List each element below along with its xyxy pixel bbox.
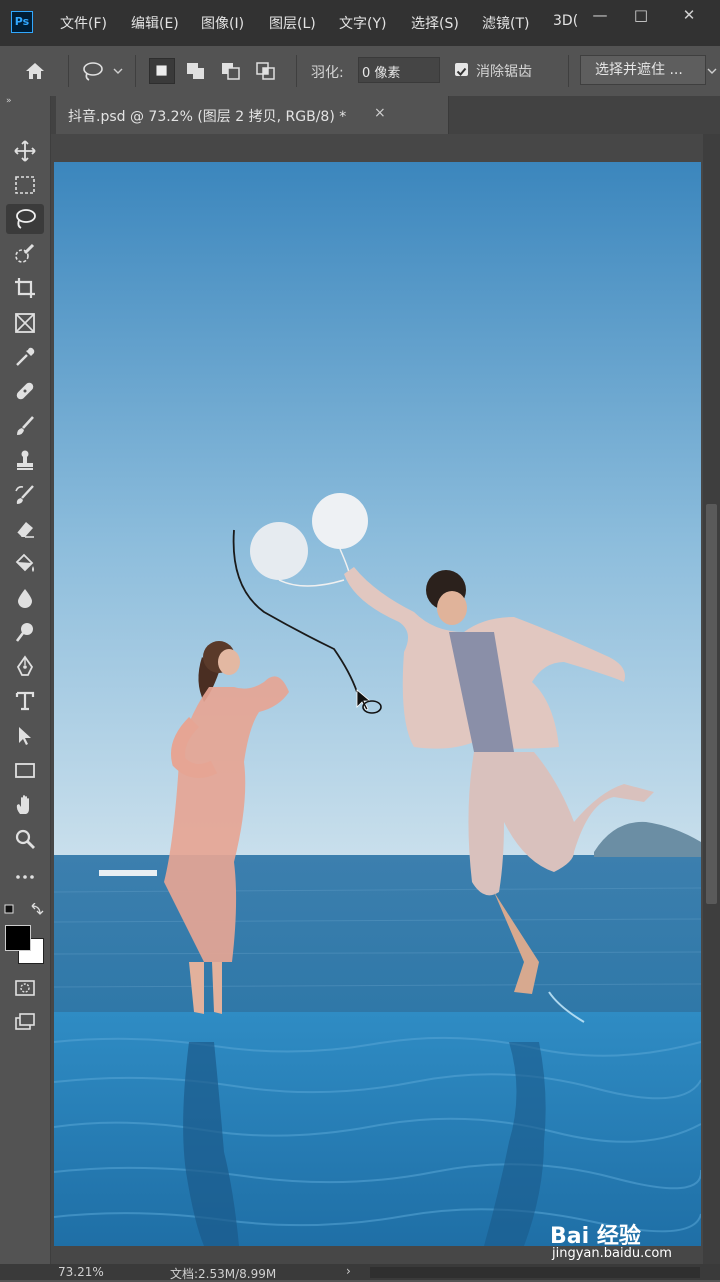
new-selection-button[interactable] [149,58,175,84]
select-and-mask-button[interactable]: 选择并遮住 ... [580,55,706,85]
swap-colors-icon[interactable] [4,902,46,916]
clone-stamp-tool-icon[interactable] [6,445,44,475]
zoom-level[interactable]: 73.21% [58,1265,104,1279]
lasso-preset-picker[interactable] [80,59,126,83]
eraser-tool-icon[interactable] [6,514,44,544]
close-window-button[interactable]: ✕ [674,6,704,24]
move-tool-icon[interactable] [6,136,44,166]
canvas-area [51,134,703,1264]
path-selection-tool-icon[interactable] [6,721,44,751]
brush-tool-icon[interactable] [6,411,44,441]
eyedropper-tool-icon[interactable] [6,342,44,372]
feather-input[interactable]: 0 像素 [358,57,440,83]
status-bar: 73.21% 文档:2.53M/8.99M › [0,1264,720,1281]
separator [568,55,569,87]
separator [296,55,297,87]
paint-bucket-tool-icon[interactable] [6,548,44,578]
antialias-label: 消除锯齿 [476,64,532,80]
quick-selection-tool-icon[interactable] [6,239,44,269]
healing-brush-tool-icon[interactable] [6,376,44,406]
foreground-color-swatch[interactable] [5,925,31,951]
feather-label: 羽化: [311,65,344,81]
pen-tool-icon[interactable] [6,652,44,682]
close-tab-icon[interactable]: × [374,105,386,121]
scrollbar-thumb[interactable] [706,504,717,904]
tools-panel: » [0,96,51,1266]
balloon [250,522,308,580]
maximize-button[interactable]: □ [626,6,656,24]
sea [54,855,701,1015]
history-brush-tool-icon[interactable] [6,480,44,510]
menu-file[interactable]: 文件(F) [60,13,107,33]
status-menu-arrow[interactable]: › [346,1264,351,1278]
dodge-tool-icon[interactable] [6,617,44,647]
document-tab-title: 抖音.psd @ 73.2% (图层 2 拷贝, RGB/8) * [68,109,347,125]
distant-boat [99,870,157,876]
menu-select[interactable]: 选择(S) [411,13,459,33]
pool-water [54,1012,701,1246]
options-bar: 羽化: 0 像素 消除锯齿 选择并遮住 ... [0,46,720,97]
blur-tool-icon[interactable] [6,583,44,613]
quick-mask-icon[interactable] [6,973,44,1003]
balloon [312,493,368,549]
separator [135,55,136,87]
subtract-from-selection-button[interactable] [218,58,244,84]
antialias-checkbox[interactable] [455,63,468,76]
separator [68,55,69,87]
zoom-tool-icon[interactable] [6,824,44,854]
menu-3d[interactable]: 3D( [553,13,578,29]
menu-type[interactable]: 文字(Y) [339,13,386,33]
type-tool-icon[interactable] [6,686,44,716]
vertical-scrollbar[interactable] [703,134,720,1264]
baidu-watermark: Bai 经验 jingyan.baidu.com [550,1218,710,1264]
document-tab[interactable]: 抖音.psd @ 73.2% (图层 2 拷贝, RGB/8) * × [56,96,449,134]
document-size: 文档:2.53M/8.99M [170,1267,277,1281]
lasso-tool-icon[interactable] [6,204,44,234]
menu-image[interactable]: 图像(I) [201,13,244,33]
crop-tool-icon[interactable] [6,273,44,303]
menu-filter[interactable]: 滤镜(T) [482,13,529,33]
menu-bar: Ps 文件(F) 编辑(E) 图像(I) 图层(L) 文字(Y) 选择(S) 滤… [0,0,720,46]
more-tools-icon[interactable] [6,862,44,892]
sky [54,162,701,857]
add-to-selection-button[interactable] [183,58,209,84]
collapse-panel-icon[interactable]: » [6,96,12,106]
screen-mode-icon[interactable] [6,1007,44,1037]
rectangle-tool-icon[interactable] [6,755,44,785]
document-tab-bar: 抖音.psd @ 73.2% (图层 2 拷贝, RGB/8) * × [51,96,720,134]
intersect-selection-button[interactable] [253,58,279,84]
horizontal-scrollbar[interactable] [370,1267,700,1278]
document-canvas[interactable] [54,162,701,1246]
menu-edit[interactable]: 编辑(E) [131,13,179,33]
menu-layer[interactable]: 图层(L) [269,13,316,33]
minimize-button[interactable]: — [585,6,615,24]
home-icon[interactable] [22,59,50,83]
hand-tool-icon[interactable] [6,790,44,820]
frame-tool-icon[interactable] [6,308,44,338]
marquee-tool-icon[interactable] [6,170,44,200]
photoshop-logo: Ps [11,11,33,33]
chevron-down-icon[interactable] [706,59,718,83]
watermark-url: jingyan.baidu.com [552,1246,672,1261]
